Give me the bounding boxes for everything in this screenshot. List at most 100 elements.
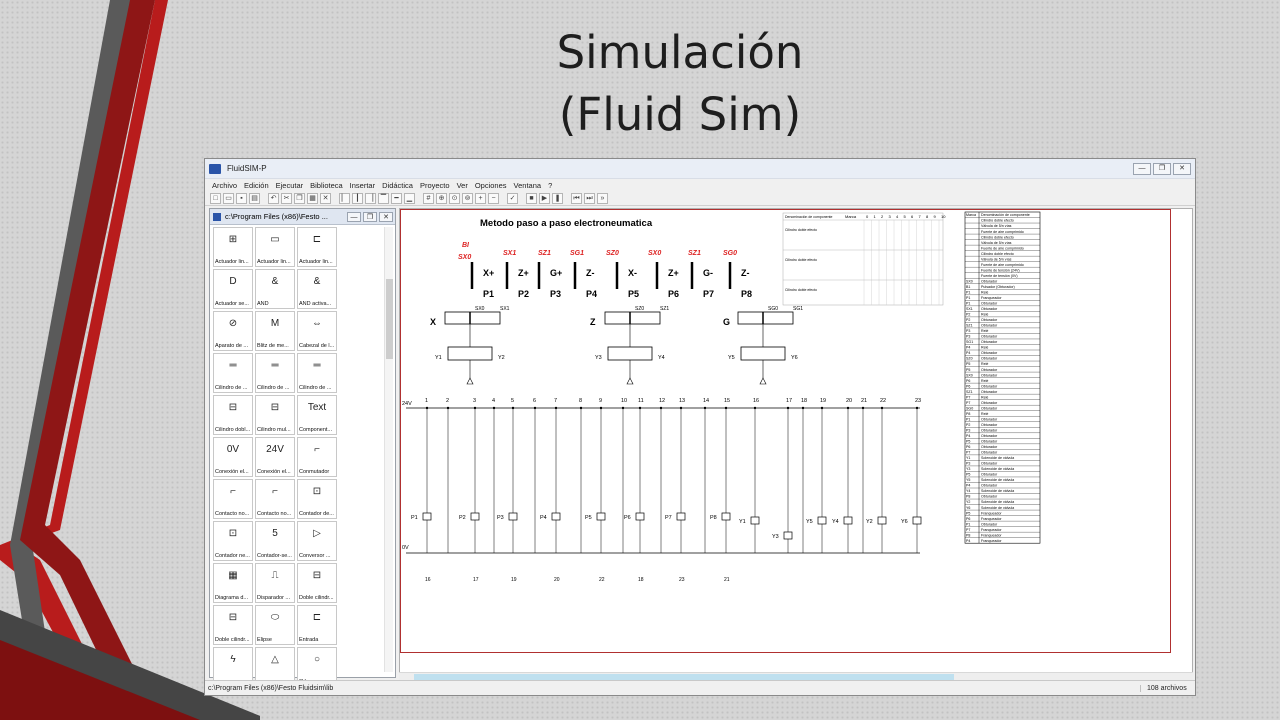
line-number: 2 — [446, 398, 449, 404]
zoom-in-icon[interactable]: + — [475, 192, 486, 204]
menu-ver[interactable]: Ver — [457, 181, 468, 190]
menu-insertar[interactable]: Insertar — [350, 181, 375, 190]
legend-desc: Relé — [981, 346, 988, 350]
legend-desc: Obturador — [981, 279, 998, 283]
menu-help[interactable]: ? — [548, 181, 552, 190]
zoom-fit-icon[interactable]: ⊕ — [436, 192, 447, 204]
play-icon[interactable]: ▶ — [539, 192, 550, 204]
library-item-symbol-icon: Text — [307, 402, 327, 413]
library-item[interactable]: ═ Cilindro de ... — [213, 353, 253, 393]
library-scrollbar[interactable] — [384, 227, 393, 672]
maximize-button[interactable]: ❐ — [1153, 162, 1171, 175]
cut-icon[interactable]: ✂ — [281, 192, 292, 204]
library-item[interactable]: ▦ Diagrama d... — [213, 563, 253, 603]
library-item[interactable]: ⊘ Aparato de ... — [213, 311, 253, 351]
library-item[interactable]: & AND — [255, 269, 295, 309]
grid-icon[interactable]: # — [423, 192, 434, 204]
delete-icon[interactable]: ✕ — [320, 192, 331, 204]
fast-forward-icon[interactable]: » — [597, 192, 608, 204]
library-item[interactable]: D Actuador se... — [213, 269, 253, 309]
library-maximize-button[interactable]: ❐ — [363, 211, 377, 222]
zoom-prev-icon[interactable]: ⊚ — [462, 192, 473, 204]
align-right-icon[interactable]: ▕ — [365, 192, 376, 204]
legend-desc: Obturador — [981, 357, 998, 361]
align-left-icon[interactable]: ▏ — [339, 192, 350, 204]
library-panel: c:\Program Files (x86)\Festo ... — ❐ ✕ ⊞… — [209, 208, 396, 687]
open-file-icon[interactable]: ▭ — [223, 192, 234, 204]
menu-didactica[interactable]: Didáctica — [382, 181, 413, 190]
library-item[interactable]: ⊟ Cilindro mul... — [255, 395, 295, 435]
library-item[interactable]: ═ Cilindro de ... — [255, 353, 295, 393]
step-action: X+ — [483, 268, 494, 278]
library-item[interactable]: ⊡ Contador ne... — [213, 521, 253, 561]
library-item[interactable]: ⊟ Doble cilindr... — [213, 605, 253, 645]
library-item[interactable]: ⌐ Conmutador — [297, 437, 337, 477]
legend-desc: Obturador — [981, 302, 998, 306]
library-close-button[interactable]: ✕ — [379, 211, 393, 222]
sensor-label: SX1 — [500, 306, 510, 312]
library-item[interactable]: 24V Conexión el... — [255, 437, 295, 477]
minimize-button[interactable]: — — [1133, 162, 1151, 175]
library-item[interactable]: ⊏ Entrada — [297, 605, 337, 645]
line-number: 3 — [473, 398, 476, 404]
circuit-canvas[interactable]: Metodo paso a paso electroneumatica BI SX… — [399, 208, 1193, 680]
library-item[interactable]: ═ Cilindro de ... — [297, 353, 337, 393]
menu-proyecto[interactable]: Proyecto — [420, 181, 450, 190]
library-scroll-thumb[interactable] — [386, 279, 393, 359]
menu-opciones[interactable]: Opciones — [475, 181, 507, 190]
new-file-icon[interactable]: □ — [210, 192, 221, 204]
menu-ejecutar[interactable]: Ejecutar — [276, 181, 304, 190]
align-bottom-icon[interactable]: ▁ — [404, 192, 415, 204]
menu-edicion[interactable]: Edición — [244, 181, 269, 190]
library-item[interactable]: 5 Contador-se... — [255, 521, 295, 561]
library-item-label: Elipse — [257, 637, 272, 643]
close-button[interactable]: ✕ — [1173, 162, 1191, 175]
print-icon[interactable]: ▤ — [249, 192, 260, 204]
library-item[interactable]: ⊟ Cilindro dobl... — [213, 395, 253, 435]
check-icon[interactable]: ✓ — [507, 192, 518, 204]
menu-archivo[interactable]: Archivo — [212, 181, 237, 190]
legend-desc: Obturador — [981, 451, 998, 455]
legend-mark: Y4 — [966, 489, 970, 493]
line-number: 6 — [533, 398, 536, 404]
library-minimize-button[interactable]: — — [347, 211, 361, 222]
legend-desc: Obturador — [981, 445, 998, 449]
zoom-out-icon[interactable]: − — [488, 192, 499, 204]
stop-icon[interactable]: ■ — [526, 192, 537, 204]
pause-icon[interactable]: ❚ — [552, 192, 563, 204]
valve-body — [607, 346, 653, 361]
library-item[interactable]: M Blitz de me... — [255, 311, 295, 351]
menu-ventana[interactable]: Ventana — [514, 181, 542, 190]
align-top-icon[interactable]: ▔ — [378, 192, 389, 204]
library-item[interactable]: ⊏ Actuador lin... — [297, 227, 337, 267]
reset-icon[interactable]: ⏮ — [571, 192, 582, 204]
align-middle-icon[interactable]: ━ — [391, 192, 402, 204]
library-item[interactable]: ⎍ Disparador ... — [255, 563, 295, 603]
library-item[interactable]: ⊟ Doble cilindr... — [297, 563, 337, 603]
library-item[interactable]: ▷ Conversor ... — [297, 521, 337, 561]
library-item[interactable]: Text Component... — [297, 395, 337, 435]
cylinder-name: Z — [590, 317, 596, 327]
library-item[interactable]: ⇔ Cabezal de l... — [297, 311, 337, 351]
save-icon[interactable]: ▪ — [236, 192, 247, 204]
align-center-icon[interactable]: ┃ — [352, 192, 363, 204]
step-relay: P3 — [550, 289, 561, 299]
paste-icon[interactable]: ▦ — [307, 192, 318, 204]
red-label: SX0 — [458, 254, 471, 261]
library-item[interactable]: ⌐ Contacto no... — [255, 479, 295, 519]
library-item[interactable]: ⬭ Elipse — [255, 605, 295, 645]
library-item[interactable]: ⊞ Actuador lin... — [213, 227, 253, 267]
library-item[interactable]: ▭ Actuador lin... — [255, 227, 295, 267]
library-item-symbol-icon: ⊡ — [312, 486, 322, 497]
zoom-window-icon[interactable]: ⊙ — [449, 192, 460, 204]
library-item[interactable]: ⊡ Contador de... — [297, 479, 337, 519]
library-item[interactable]: 0V Conexión el... — [213, 437, 253, 477]
library-item[interactable]: & AND activa... — [297, 269, 337, 309]
step-icon[interactable]: ⏭ — [584, 192, 595, 204]
library-item[interactable]: ⌐ Contacto no... — [213, 479, 253, 519]
contact-ref: 20 — [554, 577, 560, 583]
legend-desc: Fuente de aire comprimido — [981, 263, 1024, 267]
undo-icon[interactable]: ↶ — [268, 192, 279, 204]
menu-biblioteca[interactable]: Biblioteca — [310, 181, 343, 190]
copy-icon[interactable]: ❐ — [294, 192, 305, 204]
